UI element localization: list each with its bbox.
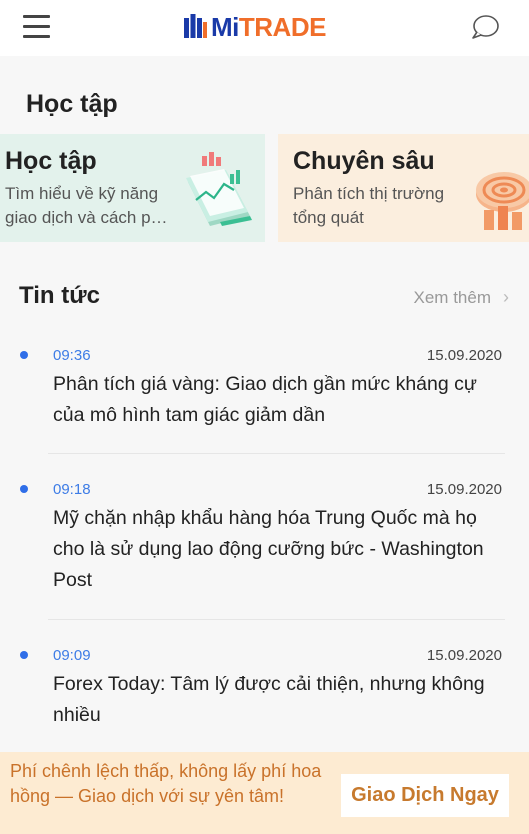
target-stack-icon <box>476 172 529 230</box>
chart-book-icon <box>186 152 252 226</box>
news-item[interactable]: 09:09 15.09.2020 Forex Today: Tâm lý đượ… <box>0 640 529 740</box>
hamburger-menu-icon[interactable] <box>23 14 51 38</box>
chat-bubble-icon[interactable] <box>470 13 500 41</box>
news-section-title: Tin tức <box>19 282 100 309</box>
learn-section-title: Học tập <box>26 90 118 118</box>
timeline-dot-icon <box>20 485 28 493</box>
learn-card-desc: Tìm hiểu về kỹ năng giao dịch và cách p… <box>5 184 168 227</box>
news-date: 15.09.2020 <box>426 347 502 364</box>
logo-text-mi: Mi <box>211 12 239 42</box>
news-item[interactable]: 09:18 15.09.2020 Mỹ chặn nhập khẩu hàng … <box>0 474 529 604</box>
news-headline: Mỹ chặn nhập khẩu hàng hóa Trung Quốc mà… <box>53 507 484 591</box>
news-divider <box>48 619 505 620</box>
top-bar: MiTRADE <box>0 0 529 56</box>
news-time: 09:09 <box>53 647 91 664</box>
trade-now-button[interactable]: Giao Dịch Ngay <box>341 774 509 817</box>
news-time: 09:36 <box>53 347 91 364</box>
promo-text: Phí chênh lệch thấp, không lấy phí hoa h… <box>10 761 322 806</box>
learn-card-basics[interactable]: Học tập Tìm hiểu về kỹ năng giao dịch và… <box>0 134 265 242</box>
see-more-label: Xem thêm <box>413 287 491 307</box>
timeline-dot-icon <box>20 351 28 359</box>
learn-card-title: Chuyên sâu <box>293 147 435 175</box>
news-headline: Forex Today: Tâm lý được cải thiện, nhưn… <box>53 673 485 726</box>
logo-text-trade: TRADE <box>238 12 327 42</box>
logo-mark-icon <box>184 14 207 38</box>
learn-card-title: Học tập <box>5 147 97 175</box>
logo-text: MiTRADE <box>211 12 326 42</box>
learn-card-advanced[interactable]: Chuyên sâu Phân tích thị trường tổng quá… <box>278 134 529 242</box>
mitrade-logo[interactable]: MiTRADE <box>184 12 326 42</box>
news-divider <box>48 453 505 454</box>
chevron-right-icon: › <box>503 287 509 307</box>
news-item[interactable]: 09:36 15.09.2020 Phân tích giá vàng: Gia… <box>0 340 529 440</box>
news-date: 15.09.2020 <box>426 481 502 498</box>
news-date: 15.09.2020 <box>426 647 502 664</box>
see-more-link[interactable]: Xem thêm › <box>414 287 509 308</box>
learn-card-desc: Phân tích thị trường tổng quát <box>293 184 445 227</box>
news-headline: Phân tích giá vàng: Giao dịch gần mức kh… <box>53 373 477 426</box>
news-time: 09:18 <box>53 481 91 498</box>
timeline-dot-icon <box>20 651 28 659</box>
